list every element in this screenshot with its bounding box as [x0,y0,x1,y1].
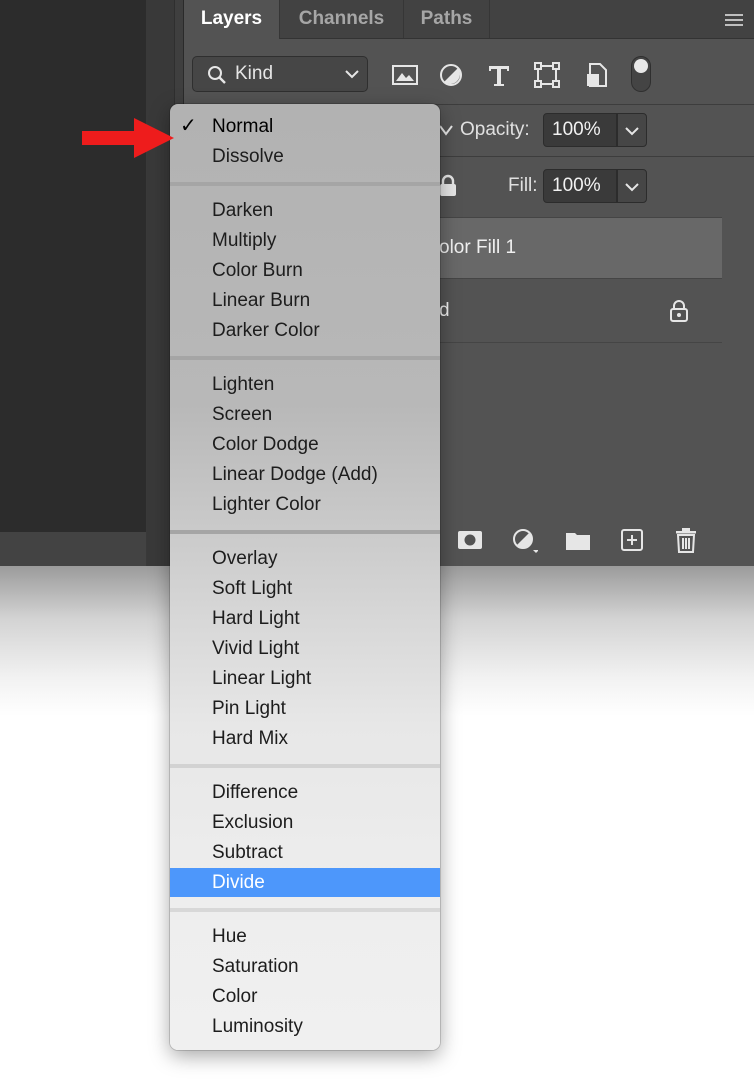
menu-item-soft-light[interactable]: Soft Light [170,574,440,603]
fill-dropdown-button[interactable] [617,169,647,203]
red-arrow-annotation-icon [82,118,174,158]
menu-item-normal[interactable]: ✓ Normal [170,112,440,141]
menu-item-divide[interactable]: Divide [170,868,440,897]
checkmark-icon: ✓ [180,115,197,137]
adjustment-filter-icon[interactable] [436,60,466,90]
fill-label: Fill: [508,175,538,196]
menu-item-color-burn[interactable]: Color Burn [170,256,440,285]
panel-menu-icon[interactable] [725,14,743,29]
panel-tab-bar: Layers Channels Paths [184,0,754,39]
toggle-knob [634,59,648,73]
menu-separator [170,356,440,360]
new-group-folder-icon[interactable] [564,526,592,554]
chevron-down-icon [625,183,639,192]
image-filter-icon[interactable] [390,60,420,90]
opacity-field[interactable]: 100% [543,113,617,147]
filter-toggle-switch[interactable] [631,56,651,92]
smart-object-filter-icon[interactable] [582,60,612,90]
menu-item-color[interactable]: Color [170,982,440,1011]
menu-item-darker-color[interactable]: Darker Color [170,316,440,345]
menu-item-linear-burn[interactable]: Linear Burn [170,286,440,315]
filter-kind-select[interactable]: Kind [192,56,368,92]
search-icon [208,66,226,84]
new-layer-icon[interactable] [618,526,646,554]
fill-field[interactable]: 100% [543,169,617,203]
menu-item-lighter-color[interactable]: Lighter Color [170,490,440,519]
menu-item-hard-mix[interactable]: Hard Mix [170,724,440,753]
tab-paths[interactable]: Paths [404,0,490,38]
trash-icon[interactable] [672,526,700,554]
lock-all-icon[interactable] [438,174,458,198]
menu-item-subtract[interactable]: Subtract [170,838,440,867]
menu-separator [170,908,440,912]
menu-item-linear-light[interactable]: Linear Light [170,664,440,693]
new-adjustment-layer-icon[interactable] [510,526,538,554]
menu-item-exclusion[interactable]: Exclusion [170,808,440,837]
blend-mode-chevron-icon[interactable] [438,118,454,142]
menu-item-linear-dodge[interactable]: Linear Dodge (Add) [170,460,440,489]
menu-item-screen[interactable]: Screen [170,400,440,429]
layer-name: olor Fill 1 [439,237,517,258]
tab-layers[interactable]: Layers [184,0,280,39]
menu-item-lighten[interactable]: Lighten [170,370,440,399]
menu-item-dissolve[interactable]: Dissolve [170,142,440,171]
menu-separator [170,182,440,186]
menu-separator [170,530,440,534]
menu-item-luminosity[interactable]: Luminosity [170,1012,440,1041]
filter-kind-label: Kind [235,63,274,84]
blend-mode-menu: ✓ Normal Dissolve Darken Multiply Color … [170,104,440,1050]
opacity-dropdown-button[interactable] [617,113,647,147]
menu-item-label: Normal [212,116,274,137]
menu-item-darken[interactable]: Darken [170,196,440,225]
menu-item-color-dodge[interactable]: Color Dodge [170,430,440,459]
layer-name: d [439,300,450,321]
menu-item-hue[interactable]: Hue [170,922,440,951]
menu-item-overlay[interactable]: Overlay [170,544,440,573]
menu-item-vivid-light[interactable]: Vivid Light [170,634,440,663]
tab-channels[interactable]: Channels [280,0,404,38]
chevron-down-icon [625,127,639,136]
menu-item-pin-light[interactable]: Pin Light [170,694,440,723]
chevron-down-icon [345,70,359,79]
menu-item-difference[interactable]: Difference [170,778,440,807]
menu-item-multiply[interactable]: Multiply [170,226,440,255]
menu-item-saturation[interactable]: Saturation [170,952,440,981]
opacity-label: Opacity: [460,119,530,140]
layer-lock-icon [670,300,688,322]
document-canvas-area [0,0,146,532]
menu-item-hard-light[interactable]: Hard Light [170,604,440,633]
shape-filter-icon[interactable] [532,60,562,90]
type-filter-icon[interactable] [484,60,514,90]
add-mask-icon[interactable] [456,526,484,554]
menu-separator [170,764,440,768]
